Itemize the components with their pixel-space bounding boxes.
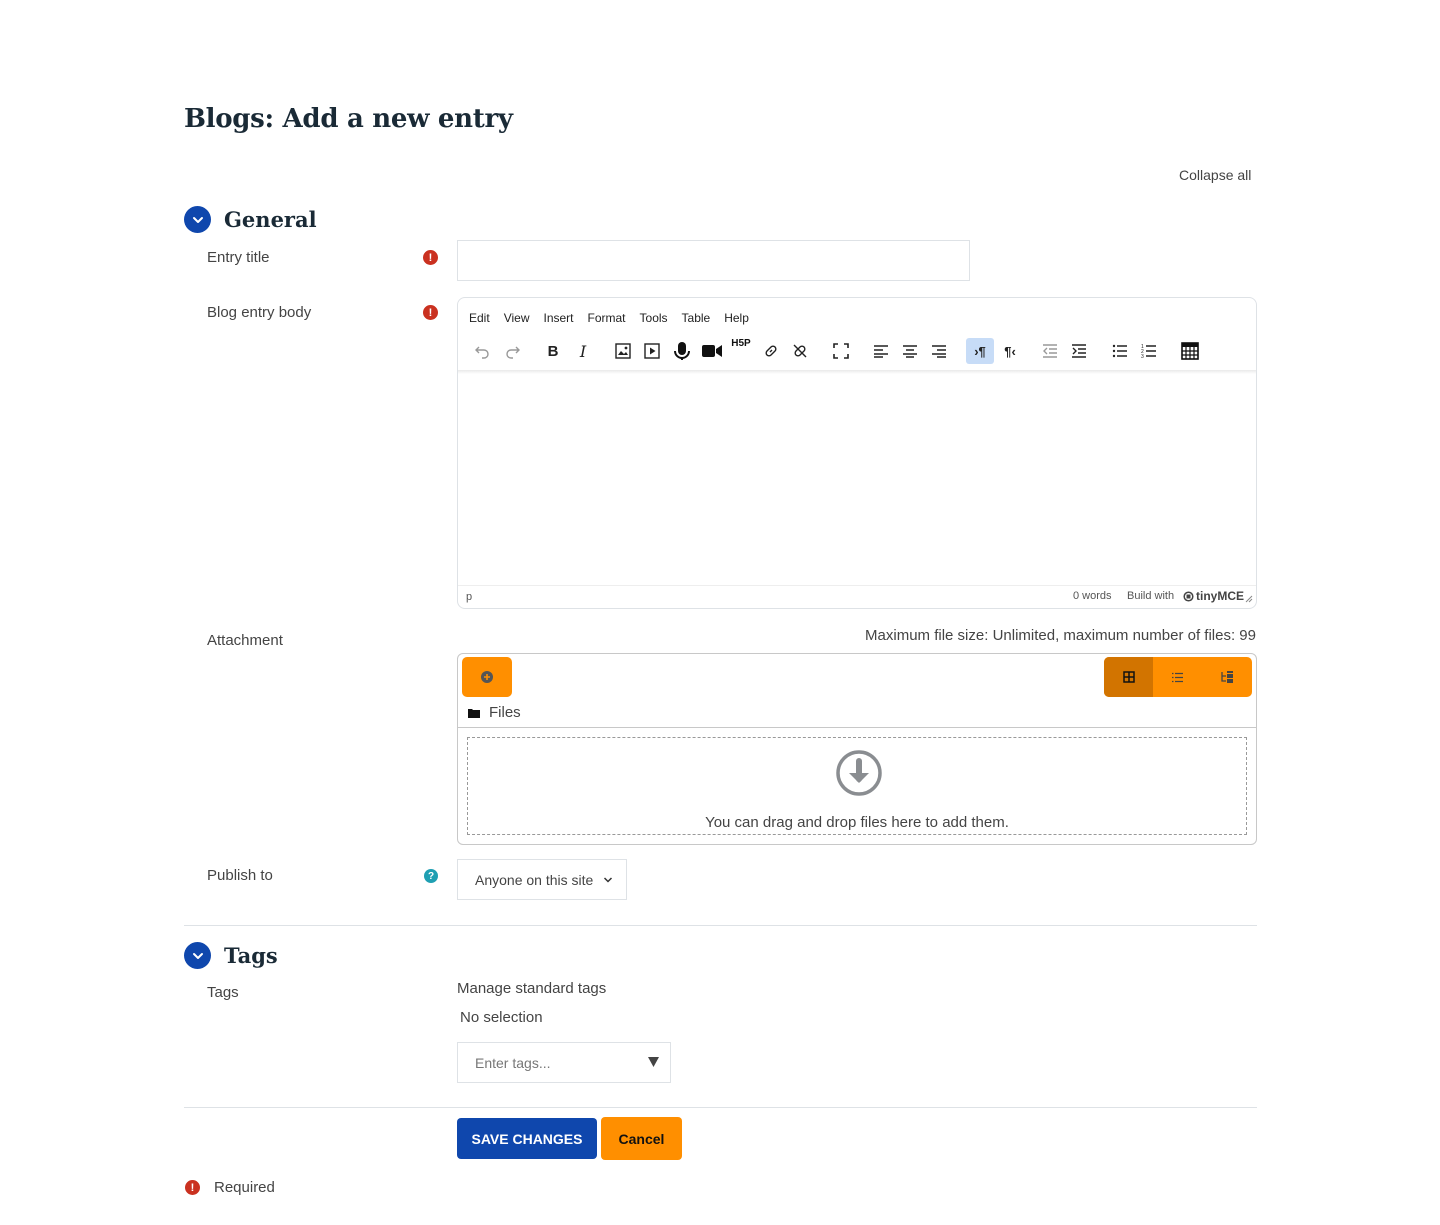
word-count[interactable]: 0 words [1073, 590, 1112, 602]
editor-content-area[interactable] [458, 374, 1256, 586]
section-title-general: General [224, 207, 317, 232]
publish-to-select[interactable]: Anyone on this site [457, 859, 627, 900]
undo-icon[interactable] [468, 338, 496, 364]
italic-icon[interactable]: I [569, 338, 597, 364]
menu-insert[interactable]: Insert [543, 311, 573, 325]
required-legend: Required [214, 1179, 275, 1196]
element-path[interactable]: p [466, 591, 472, 603]
build-with-text: Build with [1127, 590, 1175, 602]
publish-to-label: Publish to [207, 867, 273, 884]
file-picker: Files You can drag and drop files here t… [457, 653, 1257, 845]
tree-view-button[interactable] [1203, 657, 1252, 697]
tags-input[interactable]: Enter tags... [457, 1042, 671, 1083]
microphone-icon[interactable] [668, 338, 696, 364]
required-icon: ! [185, 1180, 200, 1195]
files-path-label[interactable]: Files [489, 704, 521, 721]
align-right-icon[interactable] [925, 338, 953, 364]
unlink-icon[interactable] [786, 338, 814, 364]
image-icon[interactable] [609, 338, 637, 364]
chevron-down-icon[interactable] [184, 942, 211, 969]
chevron-down-icon [604, 876, 613, 883]
menu-view[interactable]: View [504, 311, 530, 325]
tags-section-header[interactable]: Tags [184, 942, 278, 969]
view-switcher [1104, 657, 1252, 697]
menu-edit[interactable]: Edit [469, 311, 490, 325]
icon-view-button[interactable] [1104, 657, 1154, 697]
drop-zone-text: You can drag and drop files here to add … [705, 814, 1009, 831]
required-icon: ! [423, 305, 438, 320]
tag-selection-status: No selection [460, 1009, 543, 1026]
bold-icon[interactable]: B [539, 338, 567, 364]
menu-help[interactable]: Help [724, 311, 749, 325]
tags-label: Tags [207, 984, 239, 1001]
media-icon[interactable] [638, 338, 666, 364]
publish-to-value: Anyone on this site [475, 871, 594, 888]
entry-title-input[interactable] [457, 240, 970, 281]
outdent-icon[interactable] [1036, 338, 1064, 364]
ltr-icon[interactable]: ›¶ [966, 338, 994, 364]
editor-toolbar: B I H5P ›¶ ¶‹ 1 2 3 [458, 336, 1256, 368]
actions-divider [184, 1107, 1257, 1108]
tags-placeholder: Enter tags... [475, 1054, 551, 1071]
editor-statusbar: p 0 words Build with tinyMCE [458, 585, 1256, 608]
menu-tools[interactable]: Tools [640, 311, 668, 325]
menu-table[interactable]: Table [682, 311, 711, 325]
required-icon: ! [423, 250, 438, 265]
plus-icon [481, 671, 493, 683]
download-arrow-icon [836, 750, 882, 801]
file-picker-divider [458, 727, 1256, 728]
chevron-down-icon[interactable] [184, 206, 211, 233]
collapse-all-link[interactable]: Collapse all [1179, 167, 1251, 183]
add-file-button[interactable] [462, 657, 512, 697]
indent-icon[interactable] [1065, 338, 1093, 364]
editor-menubar: Edit View Insert Format Tools Table Help [469, 311, 763, 325]
menu-format[interactable]: Format [588, 311, 626, 325]
section-title-tags: Tags [224, 943, 278, 968]
list-view-button[interactable] [1153, 657, 1202, 697]
folder-icon [468, 708, 480, 718]
tinymce-logo[interactable]: tinyMCE [1183, 589, 1244, 603]
link-icon[interactable] [757, 338, 785, 364]
attachment-label: Attachment [207, 632, 283, 649]
svg-text:3: 3 [1141, 354, 1144, 359]
numbered-list-icon[interactable]: 123 [1135, 338, 1163, 364]
align-left-icon[interactable] [867, 338, 895, 364]
video-camera-icon[interactable] [698, 338, 726, 364]
cancel-button[interactable]: Cancel [601, 1117, 682, 1160]
save-changes-button[interactable]: SAVE CHANGES [457, 1118, 597, 1159]
general-section-header[interactable]: General [184, 206, 317, 233]
files-breadcrumb: Files [468, 704, 521, 721]
redo-icon[interactable] [499, 338, 527, 364]
blog-body-label: Blog entry body [207, 304, 312, 321]
dropdown-triangle-icon [648, 1057, 659, 1067]
help-icon[interactable]: ? [424, 869, 438, 883]
bullet-list-icon[interactable] [1106, 338, 1134, 364]
fullscreen-icon[interactable] [827, 338, 855, 364]
page-title: Blogs: Add a new entry [184, 104, 513, 134]
resize-handle-icon[interactable] [1245, 594, 1253, 606]
entry-title-label: Entry title [207, 249, 270, 266]
align-center-icon[interactable] [896, 338, 924, 364]
manage-tags-link[interactable]: Manage standard tags [457, 980, 606, 997]
section-divider [184, 925, 1257, 926]
h5p-icon[interactable]: H5P [727, 338, 755, 364]
table-icon[interactable] [1176, 338, 1204, 364]
tinymce-brand: tinyMCE [1196, 589, 1244, 603]
attachment-limits: Maximum file size: Unlimited, maximum nu… [865, 627, 1256, 644]
rich-text-editor: Edit View Insert Format Tools Table Help… [457, 297, 1257, 609]
drop-zone[interactable]: You can drag and drop files here to add … [467, 737, 1247, 835]
rtl-icon[interactable]: ¶‹ [996, 338, 1024, 364]
